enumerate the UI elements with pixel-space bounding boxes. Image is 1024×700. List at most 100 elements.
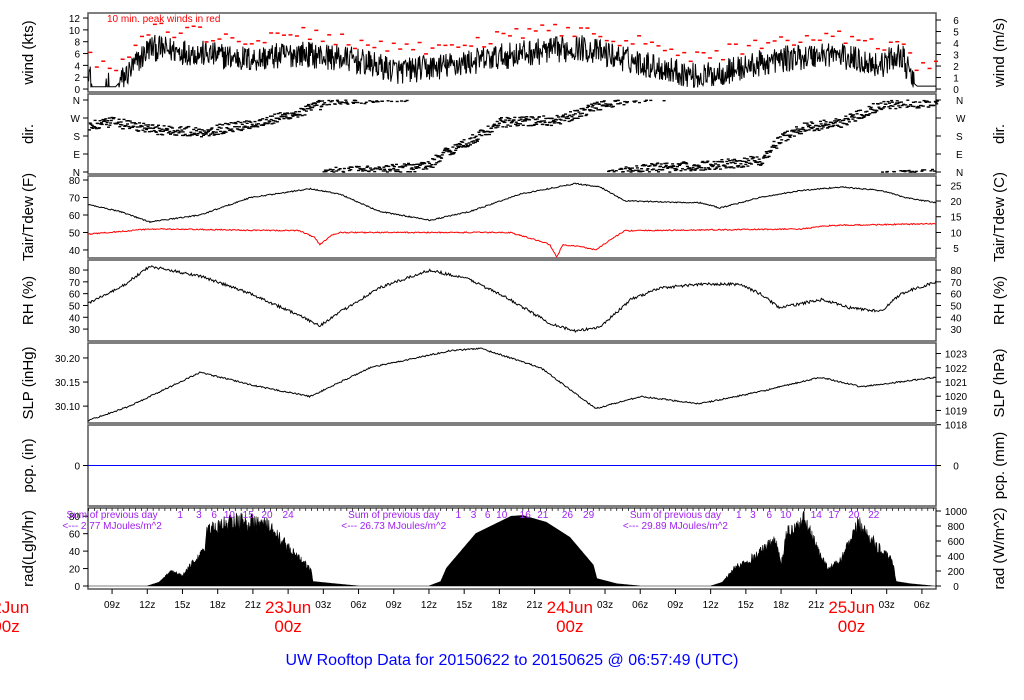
dir-point [765,152,769,154]
dir-point [559,119,563,121]
dir-point [932,104,936,107]
dir-point [542,115,546,117]
dir-point [157,127,161,130]
dir-point [412,163,416,166]
dir-point [150,130,153,133]
dir-point [886,100,890,103]
dir-point [538,116,541,118]
dir-point [553,120,557,123]
dir-point [562,116,566,118]
dir-point [585,113,589,116]
dir-left-tick-label: N [73,96,80,107]
dir-point [178,131,182,133]
dir-point [918,101,922,103]
dir-point [234,122,238,125]
dir-point [892,171,896,173]
chart-title: UW Rooftop Data for 20150622 to 20150625… [286,652,739,669]
dir-point [296,116,300,118]
dir-point [222,132,226,134]
date-label: 24Jun [547,598,593,617]
dir-point [462,139,466,141]
rh-right-tick-label: 50 [950,301,962,312]
dir-point [180,129,184,131]
dir-point [668,171,672,173]
dir-point [421,168,425,170]
dir-point [304,110,308,112]
dir-point [165,129,169,131]
dir-point [328,103,332,106]
dir-point [335,170,339,172]
dir-point [750,163,753,165]
time-tick-label: 09z [667,600,683,611]
dir-point [819,123,823,125]
dir-point [461,141,465,143]
dir-point [927,106,931,108]
cumulative-mj-label: 3 [196,510,202,521]
cumulative-mj-label: 10 [496,510,508,521]
dir-point [595,101,599,103]
dir-point [204,133,208,135]
rh-left-tick-label: 60 [69,290,81,301]
dir-right-tick-label: N [956,96,963,107]
wind-right-tick-label: 4 [953,39,959,50]
dir-point [378,166,382,169]
dir-point [200,136,203,138]
cumulative-mj-label: 17 [828,510,840,521]
dir-point [104,123,108,126]
dir-point [283,113,287,116]
dir-point [495,120,499,123]
dir-point [107,126,110,128]
dir-point [540,120,544,122]
dir-point [196,132,200,135]
dir-point [501,126,505,128]
dir-point [216,133,220,135]
dir-point [119,121,123,123]
dir-point [335,99,339,101]
dir-point [844,115,848,117]
cumulative-mj-label: 29 [583,510,595,521]
dir-point [454,149,458,151]
rad-ylabel-right: rad (W/m^2) [991,507,1008,589]
rh-left-tick-label: 70 [69,278,81,289]
wind-ylabel-right: wind (m/s) [991,18,1008,88]
rad-ylabel-left: rad(Lgly/hr) [20,510,37,587]
wind-right-tick-label: 6 [953,16,959,27]
dir-right-tick-label: E [956,150,963,161]
dir-point [117,118,121,120]
dir-point [214,133,218,136]
dir-point [735,160,739,162]
dir-point [912,105,916,108]
dir-point [120,124,124,126]
dir-point [845,124,849,126]
dir-point [914,101,918,103]
panel-rh: 304050607080304050607080RH (%) RH (%) [20,259,1008,342]
dir-point [134,123,138,125]
daily-sum-label: Sum of previous day [630,510,721,521]
dir-point [620,168,624,170]
dir-point [513,116,517,119]
dir-point [569,111,572,113]
date-label: 23Jun [265,598,311,617]
dir-point [161,134,165,136]
dir-point [245,122,249,124]
dir-point [865,110,869,113]
dir-point [189,131,193,133]
dir-point [809,121,813,123]
dir-point [219,130,222,133]
dir-point [795,126,798,128]
dir-point [772,140,776,143]
dir-point [135,126,139,128]
dir-point [104,118,108,120]
dir-point [467,142,471,144]
dir-point [662,100,666,102]
dir-point [670,167,674,169]
dir-point [782,134,786,137]
dir-point [672,165,676,167]
cumulative-mj-label: 6 [767,510,773,521]
dir-point [832,124,836,127]
dir-point [714,163,718,165]
cumulative-mj-label: 15 [243,510,255,521]
dir-point [359,102,363,104]
dir-point [345,101,348,103]
dir-point [522,116,526,118]
